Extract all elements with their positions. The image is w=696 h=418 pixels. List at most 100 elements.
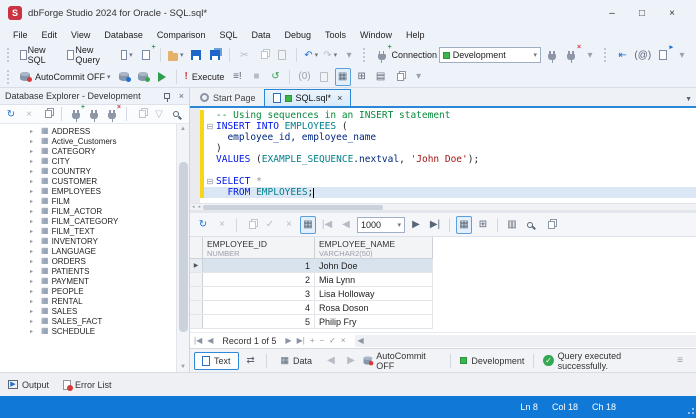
error-list-panel-tab[interactable]: Error List: [63, 380, 112, 390]
tree-item-language[interactable]: ▸▦LANGUAGE: [0, 246, 176, 256]
tree-item-orders[interactable]: ▸▦ORDERS: [0, 256, 176, 266]
text-view-tab[interactable]: Text: [194, 352, 239, 370]
column-header-employee_name[interactable]: EMPLOYEE_NAMEVARCHAR2(50): [315, 237, 433, 258]
close-results-button[interactable]: ×: [214, 216, 230, 234]
tree-item-sales_fact[interactable]: ▸▦SALES_FACT: [0, 316, 176, 326]
expand-arrow-icon[interactable]: ▸: [30, 228, 38, 235]
grid-cell[interactable]: 5: [203, 315, 315, 328]
expand-arrow-icon[interactable]: ▸: [30, 298, 38, 305]
prev-page-button[interactable]: ◀: [338, 216, 354, 234]
expand-arrow-icon[interactable]: ▸: [30, 188, 38, 195]
results-pane-button[interactable]: ▤: [373, 68, 389, 86]
new-connection-button[interactable]: +: [69, 106, 83, 122]
menu-data[interactable]: Data: [244, 28, 277, 42]
disconnect-button[interactable]: ×: [563, 46, 579, 64]
grid-hscrollbar[interactable]: ◀: [355, 335, 696, 347]
execution-plan-toggle[interactable]: ▦: [335, 68, 351, 86]
tree-item-sales[interactable]: ▸▦SALES: [0, 306, 176, 316]
tree-item-film_text[interactable]: ▸▦FILM_TEXT: [0, 226, 176, 236]
grid-row-2[interactable]: 2Mia Lynn: [190, 273, 433, 287]
edit-parameters-button[interactable]: ⇤: [615, 46, 631, 64]
menu-help[interactable]: Help: [399, 28, 432, 42]
prev-result-button[interactable]: ◀: [323, 352, 339, 370]
grid-view-toggle[interactable]: ▦: [456, 216, 472, 234]
commit-edits-button[interactable]: [243, 216, 259, 234]
data-view-tab[interactable]: ▦ Data: [273, 352, 319, 370]
expand-arrow-icon[interactable]: ▸: [30, 258, 38, 265]
bind-variables-button[interactable]: (@): [634, 46, 652, 64]
paste-button[interactable]: [274, 46, 290, 64]
cut-button[interactable]: ✂: [236, 46, 252, 64]
expand-arrow-icon[interactable]: ▸: [30, 168, 38, 175]
first-record-button[interactable]: |◀: [194, 336, 202, 345]
last-record-button[interactable]: ▶|: [297, 336, 305, 345]
pin-icon[interactable]: [164, 93, 170, 99]
code-line-3[interactable]: employee_id, employee_name: [204, 132, 696, 143]
save-all-button[interactable]: [207, 46, 223, 64]
expand-arrow-icon[interactable]: ▸: [30, 178, 38, 185]
duplicate-button[interactable]: [40, 106, 54, 122]
find-in-grid-button[interactable]: [523, 216, 539, 234]
scrollbar-thumb[interactable]: [179, 162, 188, 332]
tree-item-schedule[interactable]: ▸▦SCHEDULE: [0, 326, 176, 336]
generate-script-button[interactable]: [134, 106, 148, 122]
hscrollbar-thumb[interactable]: [203, 205, 383, 210]
autocommit-status[interactable]: AutoCommit OFF: [363, 351, 441, 371]
maximize-button[interactable]: □: [636, 8, 648, 19]
expand-arrow-icon[interactable]: ▸: [30, 288, 38, 295]
output-panel-tab[interactable]: ▶ Output: [8, 380, 49, 390]
tab-start-page[interactable]: Start Page: [192, 89, 264, 106]
results-to-grid-button[interactable]: [392, 68, 408, 86]
hscroll-left-icon[interactable]: ◀: [358, 336, 364, 345]
expand-arrow-icon[interactable]: ▸: [30, 278, 38, 285]
copy-button[interactable]: [255, 46, 271, 64]
code-line-5[interactable]: VALUES (EXAMPLE_SEQUENCE.nextval, 'John …: [204, 154, 696, 165]
tree-item-customer[interactable]: ▸▦CUSTOMER: [0, 176, 176, 186]
toolbar-grip[interactable]: [363, 48, 368, 62]
next-page-button[interactable]: ▶: [408, 216, 424, 234]
tab-sql-document[interactable]: SQL.sql* ×: [264, 89, 352, 106]
statusbar-overflow-button[interactable]: ≡: [672, 352, 688, 370]
grid-cell[interactable]: 1: [203, 259, 315, 272]
column-header-employee_id[interactable]: EMPLOYEE_IDNUMBER: [203, 237, 315, 258]
expand-arrow-icon[interactable]: ▸: [30, 268, 38, 275]
grid-cell[interactable]: 3: [203, 287, 315, 300]
expand-arrow-icon[interactable]: ▸: [30, 158, 38, 165]
tab-list-dropdown-icon[interactable]: ▼: [685, 96, 692, 103]
apply-changes-button[interactable]: ✓: [262, 216, 278, 234]
tree-item-active_customers[interactable]: ▸▦Active_Customers: [0, 136, 176, 146]
menu-debug[interactable]: Debug: [277, 28, 318, 42]
column-visibility-button[interactable]: ▥: [504, 216, 520, 234]
expand-arrow-icon[interactable]: ▸: [30, 128, 38, 135]
first-page-button[interactable]: |◀: [319, 216, 335, 234]
tree-item-category[interactable]: ▸▦CATEGORY: [0, 146, 176, 156]
tree-item-address[interactable]: ▸▦ADDRESS: [0, 126, 176, 136]
export-data-button[interactable]: [542, 216, 558, 234]
tree-item-film_category[interactable]: ▸▦FILM_CATEGORY: [0, 216, 176, 226]
menu-edit[interactable]: Edit: [35, 28, 65, 42]
tree-item-patients[interactable]: ▸▦PATIENTS: [0, 266, 176, 276]
undo-button[interactable]: ↶▾: [303, 46, 319, 64]
run-button[interactable]: [154, 68, 170, 86]
fold-marker-icon[interactable]: ⊟: [204, 177, 216, 186]
fold-marker-icon[interactable]: ⊟: [204, 122, 216, 131]
tree-item-payment[interactable]: ▸▦PAYMENT: [0, 276, 176, 286]
tree-item-film_actor[interactable]: ▸▦FILM_ACTOR: [0, 206, 176, 216]
refresh-button[interactable]: ↻: [4, 106, 18, 122]
menu-file[interactable]: File: [6, 28, 35, 42]
toolbar-grip[interactable]: [604, 48, 609, 62]
end-edit-button[interactable]: ✓: [329, 336, 336, 345]
toolbar-grip[interactable]: [7, 70, 12, 84]
connection-combobox[interactable]: Development ▾: [439, 47, 541, 63]
commit-button[interactable]: [116, 68, 132, 86]
next-result-button[interactable]: ▶: [343, 352, 359, 370]
menu-tools[interactable]: Tools: [318, 28, 353, 42]
tree-item-people[interactable]: ▸▦PEOPLE: [0, 286, 176, 296]
last-page-button[interactable]: ▶|: [427, 216, 443, 234]
expand-arrow-icon[interactable]: ▸: [30, 138, 38, 145]
swap-layout-button[interactable]: ⇄: [243, 352, 259, 370]
new-connection-button[interactable]: +: [374, 46, 390, 64]
grid-row-1[interactable]: ▶1John Doe: [190, 259, 433, 273]
scroll-down-icon[interactable]: ▼: [180, 362, 186, 372]
menu-database[interactable]: Database: [97, 28, 150, 42]
